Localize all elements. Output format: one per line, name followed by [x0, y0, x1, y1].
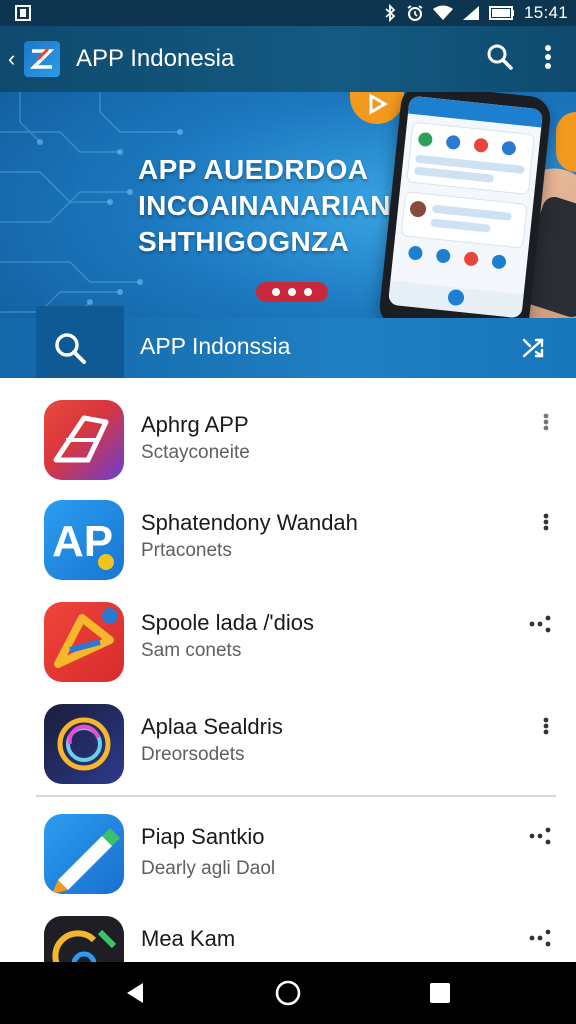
carousel-dot[interactable] — [288, 288, 296, 296]
app-icon[interactable] — [44, 400, 124, 480]
app-icon[interactable] — [44, 602, 124, 682]
shuffle-icon[interactable] — [516, 330, 552, 366]
banner-headline: APP AUEDRDOA INCOAINANARIAN SHTHIGOGNZA — [138, 152, 391, 260]
app-name: Mea Kam — [141, 926, 236, 951]
alarm-icon — [406, 4, 424, 22]
carousel-dot[interactable] — [272, 288, 280, 296]
app-subtitle: Sam conets — [141, 640, 242, 661]
back-icon[interactable] — [112, 969, 160, 1017]
more-horiz-icon[interactable] — [526, 610, 554, 638]
phone-image — [377, 92, 553, 342]
wifi-icon — [432, 5, 453, 21]
app-subtitle: Dearly agli Daol — [141, 858, 276, 879]
list-item[interactable]: Aplaa Sealdris Dreorsodets — [0, 700, 576, 800]
home-icon[interactable] — [264, 969, 312, 1017]
app-name: Sphatendony Wandah — [141, 510, 358, 535]
battery-icon — [488, 6, 515, 20]
back-chevron-icon[interactable]: ‹ — [8, 48, 22, 70]
search-text[interactable]: APP Indonssia — [140, 333, 290, 360]
recents-icon[interactable] — [416, 969, 464, 1017]
more-vert-icon[interactable] — [532, 508, 560, 536]
carousel-indicator[interactable] — [256, 282, 328, 302]
app-subtitle: Sctayconeite — [141, 442, 250, 463]
app-bar: ‹ APP Indonesia — [0, 26, 576, 92]
app-name: Spoole lada /'dios — [141, 610, 314, 635]
app-name: Aphrg APP — [141, 412, 249, 437]
app-list: Aphrg APP Sctayconeite AP Sphatendony Wa… — [0, 378, 576, 962]
app-subtitle: Dreorsodets — [141, 744, 245, 765]
status-time: 15:41 — [523, 3, 568, 22]
app-icon[interactable] — [44, 704, 124, 784]
search-icon[interactable] — [50, 328, 90, 368]
more-vert-icon[interactable] — [544, 44, 552, 75]
app-logo[interactable] — [24, 41, 60, 77]
app-icon[interactable]: AP — [44, 500, 124, 580]
app-icon[interactable] — [44, 814, 124, 894]
app-bar-title: APP Indonesia — [76, 45, 235, 72]
more-vert-icon[interactable] — [532, 408, 560, 436]
app-name: Piap Santkio — [141, 824, 265, 849]
list-item[interactable]: Mea Kam — [0, 912, 576, 962]
banner-headline-line: INCOAINANARIAN — [138, 190, 391, 221]
banner-headline-line: APP AUEDRDOA — [138, 154, 369, 185]
list-item[interactable]: Piap Santkio Dearly agli Daol — [0, 810, 576, 910]
status-bar: 15:41 — [0, 0, 576, 26]
carousel-dot[interactable] — [304, 288, 312, 296]
search-icon[interactable] — [486, 43, 514, 76]
more-vert-icon[interactable] — [532, 712, 560, 740]
banner-headline-line: SHTHIGOGNZA — [138, 226, 350, 257]
app-icon[interactable] — [44, 916, 124, 962]
nav-bar — [0, 962, 576, 1024]
play-badge-partial — [556, 112, 576, 172]
app-subtitle: Prtaconets — [141, 540, 232, 561]
list-item[interactable]: Spoole lada /'dios Sam conets — [0, 598, 576, 698]
list-item[interactable]: Aphrg APP Sctayconeite — [0, 396, 576, 496]
signal-icon — [462, 5, 480, 21]
app-name: Aplaa Sealdris — [141, 714, 283, 739]
bluetooth-icon — [383, 4, 397, 22]
list-item[interactable]: AP Sphatendony Wandah Prtaconets — [0, 496, 576, 596]
more-horiz-icon[interactable] — [526, 924, 554, 952]
notification-icon — [14, 4, 32, 22]
list-divider — [36, 795, 556, 797]
more-horiz-icon[interactable] — [526, 822, 554, 850]
